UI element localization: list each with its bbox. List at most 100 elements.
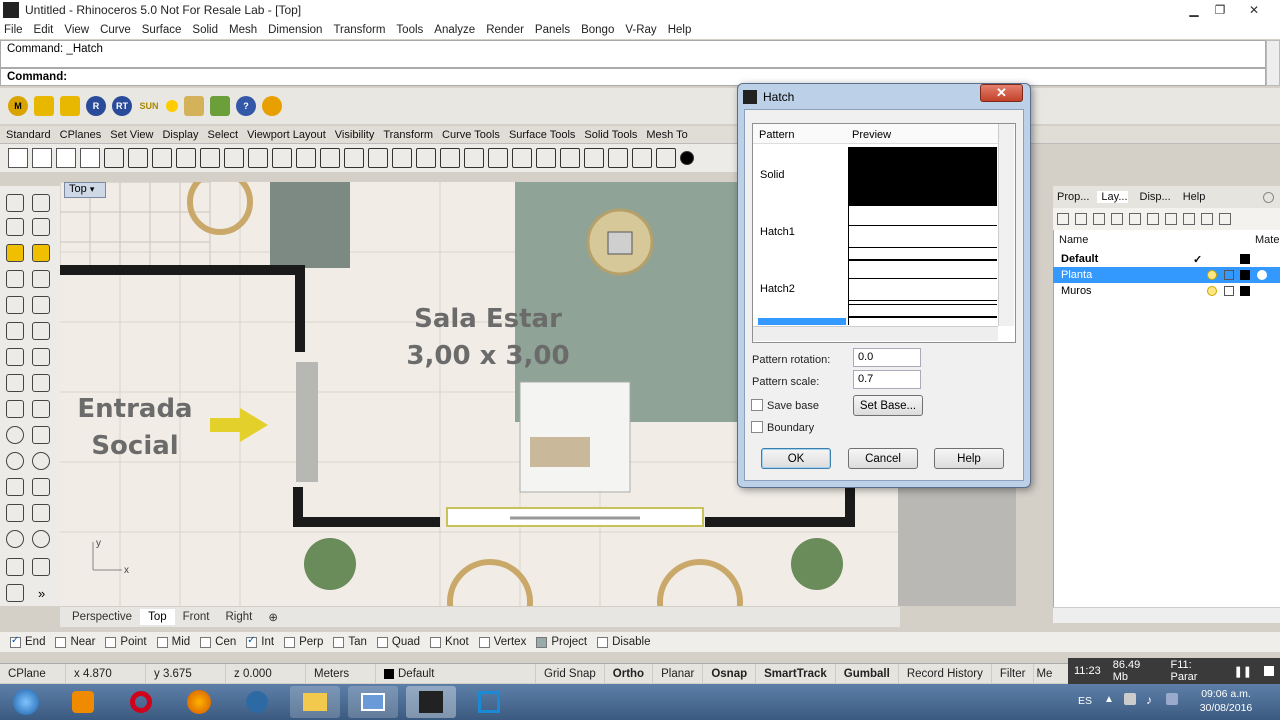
taskbar-photos[interactable]: [348, 686, 398, 718]
blend-tool-icon[interactable]: [32, 348, 50, 366]
pattern-rotation-input[interactable]: 0.0: [853, 348, 921, 367]
box-tool-icon[interactable]: [6, 558, 24, 576]
pattern-scale-input[interactable]: 0.7: [853, 370, 921, 389]
tab-cplanes[interactable]: CPlanes: [60, 129, 102, 141]
menu-view[interactable]: View: [64, 24, 89, 36]
language-indicator[interactable]: ES: [1078, 695, 1092, 707]
layer-material-icon[interactable]: [1257, 270, 1267, 280]
osnap-knot-checkbox[interactable]: [430, 636, 442, 648]
layer-lock-icon[interactable]: [1224, 270, 1234, 280]
extrude-tool-icon[interactable]: [32, 478, 50, 496]
text-icon[interactable]: [320, 148, 340, 168]
help-icon[interactable]: ?: [236, 96, 256, 116]
status-grid-snap[interactable]: Grid Snap: [536, 663, 605, 684]
cylinder-tool-icon[interactable]: [32, 530, 50, 548]
layer-help-icon[interactable]: [1219, 213, 1231, 225]
status-ortho[interactable]: Ortho: [605, 663, 654, 684]
solid-tool-icon[interactable]: [32, 558, 50, 576]
osnap-vertex[interactable]: Vertex: [478, 636, 526, 648]
menu-file[interactable]: File: [4, 24, 23, 36]
osnap-knot[interactable]: Knot: [430, 636, 469, 648]
ellipse-tool-icon[interactable]: [32, 426, 50, 444]
tab-visibility[interactable]: Visibility: [335, 129, 375, 141]
layer-states-icon[interactable]: [1183, 213, 1195, 225]
ok-button[interactable]: OK: [761, 448, 831, 469]
status-cplane[interactable]: CPlane: [0, 663, 66, 684]
filter-icon[interactable]: [1165, 213, 1177, 225]
osnap-point-checkbox[interactable]: [105, 636, 117, 648]
text-field-icon[interactable]: [608, 148, 628, 168]
vray-plane-icon[interactable]: [184, 96, 204, 116]
hatch-dialog-close-button[interactable]: ✕: [980, 84, 1023, 102]
status-filter[interactable]: Filter: [992, 663, 1035, 684]
status-smarttrack[interactable]: SmartTrack: [756, 663, 836, 684]
osnap-end[interactable]: End: [10, 635, 45, 648]
trim-icon[interactable]: [248, 148, 268, 168]
expand-chevron-icon[interactable]: »: [38, 586, 45, 601]
taskbar-media-player[interactable]: [58, 686, 108, 718]
osnap-project[interactable]: Project: [536, 636, 587, 648]
sphere-icon[interactable]: [680, 151, 694, 165]
osnap-near-checkbox[interactable]: [55, 636, 67, 648]
gumball-tool-icon[interactable]: [6, 244, 24, 262]
set-base-button[interactable]: Set Base...: [853, 395, 923, 416]
select-arrow-icon[interactable]: [6, 194, 24, 212]
tab-display[interactable]: Display: [162, 129, 198, 141]
taskbar-opera[interactable]: [116, 686, 166, 718]
new-layer-icon[interactable]: [1057, 213, 1069, 225]
save-base-checkbox[interactable]: [751, 399, 763, 411]
menu-dimension[interactable]: Dimension: [268, 24, 322, 36]
extend-icon[interactable]: [296, 148, 316, 168]
osnap-tan-checkbox[interactable]: [333, 636, 345, 648]
viewport-tab-right[interactable]: Right: [217, 609, 260, 625]
vray-target-icon[interactable]: [262, 96, 282, 116]
viewport-menu-chevron-icon[interactable]: ▾: [90, 184, 95, 194]
status-layer[interactable]: Default: [376, 663, 536, 684]
hatch-pattern-icon[interactable]: [464, 148, 484, 168]
point-cloud-icon[interactable]: [6, 374, 24, 392]
viewport-tab-front[interactable]: Front: [175, 609, 218, 625]
polyline-tool-icon[interactable]: [6, 218, 24, 236]
tab-select[interactable]: Select: [208, 129, 239, 141]
text-block-icon[interactable]: [584, 148, 604, 168]
tray-app-icon[interactable]: [1166, 693, 1178, 705]
hatch-icon[interactable]: [440, 148, 460, 168]
loft-tool-icon[interactable]: [6, 504, 24, 522]
start-button[interactable]: [4, 686, 48, 718]
torus-tool-icon[interactable]: [32, 452, 50, 470]
check-icon[interactable]: [536, 148, 556, 168]
panel-tab-help[interactable]: Help: [1179, 191, 1206, 203]
angle-dimension-icon[interactable]: [416, 148, 436, 168]
split-icon[interactable]: [272, 148, 292, 168]
recorder-stop-icon[interactable]: [1264, 666, 1274, 676]
sweep-tool-icon[interactable]: [32, 504, 50, 522]
tab-mesh-tools[interactable]: Mesh To: [646, 129, 687, 141]
tab-transform[interactable]: Transform: [383, 129, 433, 141]
pattern-list-vscrollbar[interactable]: [998, 124, 1014, 326]
layer-row-muros[interactable]: Muros: [1053, 283, 1280, 299]
tray-network-icon[interactable]: [1124, 693, 1136, 705]
layer-row-default[interactable]: Default ✓: [1053, 251, 1280, 267]
status-units[interactable]: Meters: [306, 663, 376, 684]
vray-light-bulb-icon[interactable]: [166, 100, 178, 112]
osnap-tan[interactable]: Tan: [333, 636, 367, 648]
restore-button[interactable]: ❐: [1208, 2, 1232, 18]
osnap-end-checkbox[interactable]: [10, 635, 21, 648]
menu-surface[interactable]: Surface: [142, 24, 182, 36]
vray-fur-icon[interactable]: [210, 96, 230, 116]
linear-dimension-icon[interactable]: [392, 148, 412, 168]
osnap-cen-checkbox[interactable]: [200, 636, 212, 648]
taskbar-recorder[interactable]: [464, 686, 514, 718]
panel-gear-icon[interactable]: [1263, 191, 1274, 203]
new-document-icon[interactable]: [32, 148, 52, 168]
panel-tab-display[interactable]: Disp...: [1136, 191, 1171, 203]
viewport-title-top[interactable]: Top ▾: [64, 182, 106, 198]
open-file-icon[interactable]: [56, 148, 76, 168]
minimize-button[interactable]: ▁: [1182, 2, 1206, 18]
circle-tool-icon[interactable]: [6, 426, 24, 444]
panel-tab-properties[interactable]: Prop...: [1053, 191, 1089, 203]
osnap-vertex-checkbox[interactable]: [478, 636, 490, 648]
curve-edit-icon[interactable]: [6, 296, 24, 314]
osnap-int-checkbox[interactable]: [246, 635, 258, 648]
layer-visible-icon[interactable]: [1207, 270, 1217, 280]
